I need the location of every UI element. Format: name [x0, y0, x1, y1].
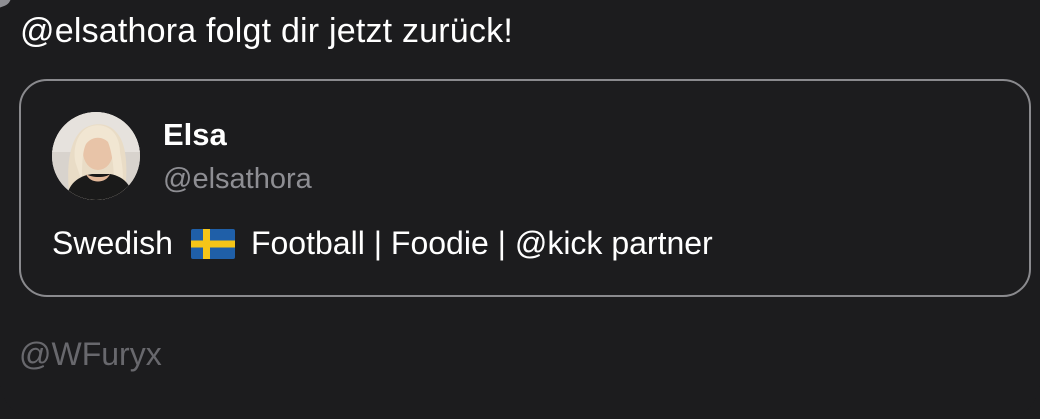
follow-back-message: @elsathora folgt dir jetzt zurück!	[20, 12, 513, 50]
avatar[interactable]	[52, 112, 140, 200]
username[interactable]: @elsathora	[163, 163, 312, 196]
display-name: Elsa	[163, 117, 227, 152]
notification-screenshot: @elsathora folgt dir jetzt zurück! Elsa …	[0, 0, 1040, 419]
watermark-handle: @WFuryx	[19, 336, 162, 372]
profile-bio: Swedish Football | Foodie | @kick partne…	[52, 225, 713, 262]
avatar-image	[52, 112, 140, 200]
corner-decoration	[0, 0, 14, 9]
profile-card[interactable]: Elsa @elsathora Swedish Football | Foodi…	[19, 79, 1031, 297]
sweden-flag-icon	[190, 228, 235, 259]
bio-text-interests: Football | Foodie | @kick partner	[250, 225, 713, 261]
bio-text-nationality: Swedish	[52, 225, 173, 261]
